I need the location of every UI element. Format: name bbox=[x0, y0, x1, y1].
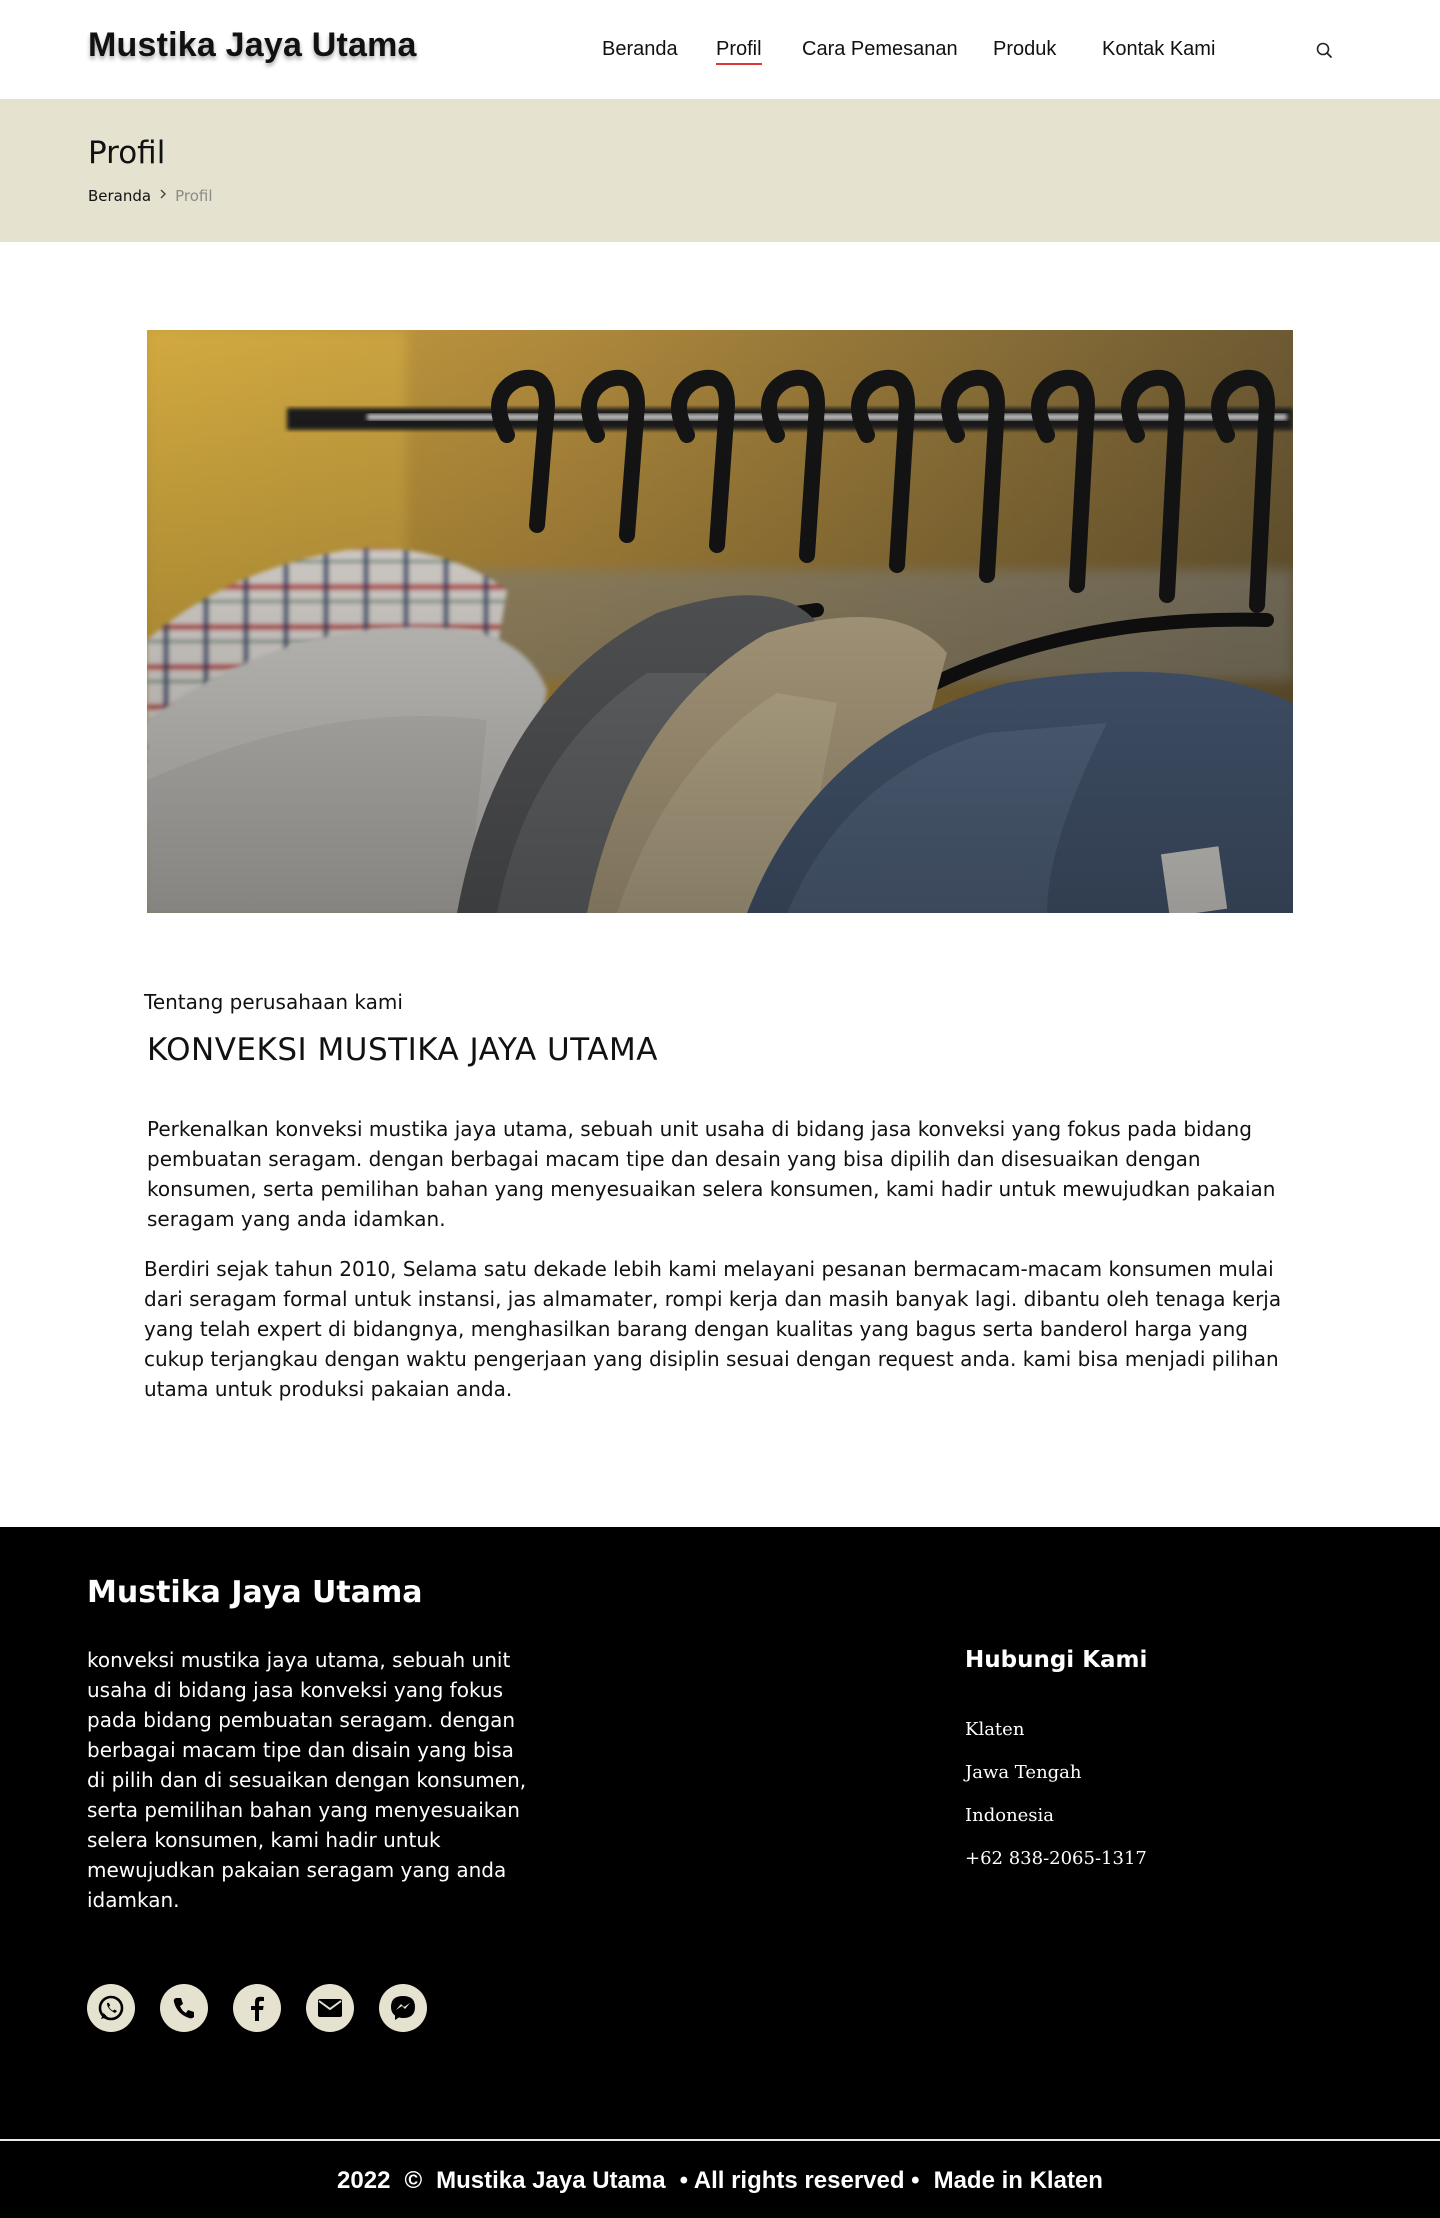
page-title: Profil bbox=[88, 135, 166, 171]
copyright-symbol: © bbox=[404, 2167, 423, 2194]
about-paragraph-1: Perkenalkan konveksi mustika jaya utama,… bbox=[147, 1117, 1276, 1231]
footer-contact-phone[interactable]: +62 838-2065-1317 bbox=[965, 1848, 1147, 1869]
copyright-rights: • All rights reserved • bbox=[679, 2167, 920, 2194]
about-paragraph-2: Berdiri sejak tahun 2010, Selama satu de… bbox=[144, 1257, 1282, 1401]
nav-item-produk[interactable]: Produk bbox=[993, 38, 1056, 61]
breadcrumb: Beranda Profil bbox=[88, 187, 213, 205]
breadcrumb-current: Profil bbox=[175, 187, 213, 205]
footer-brand: Mustika Jaya Utama bbox=[87, 1575, 423, 1610]
about-heading: KONVEKSI MUSTIKA JAYA UTAMA bbox=[147, 1032, 658, 1068]
copyright-made-in: Made in Klaten bbox=[933, 2167, 1103, 2194]
copyright-name: Mustika Jaya Utama bbox=[436, 2167, 666, 2194]
site-header: Mustika Jaya Utama Beranda Profil Cara P… bbox=[0, 0, 1440, 99]
site-footer: Mustika Jaya Utama konveksi mustika jaya… bbox=[0, 1527, 1440, 2218]
nav-item-kontak-kami[interactable]: Kontak Kami bbox=[1102, 38, 1215, 61]
copyright-year: 2022 bbox=[337, 2167, 391, 2194]
footer-copyright: 2022 © Mustika Jaya Utama • All rights r… bbox=[0, 2167, 1440, 2195]
email-icon[interactable] bbox=[306, 1984, 354, 2032]
chevron-right-icon bbox=[158, 188, 168, 204]
page-title-band: Profil Beranda Profil bbox=[0, 99, 1440, 242]
brand-logo-text[interactable]: Mustika Jaya Utama bbox=[88, 26, 417, 65]
nav-item-profil[interactable]: Profil bbox=[716, 38, 762, 65]
footer-contact-province: Jawa Tengah bbox=[965, 1762, 1082, 1783]
messenger-icon[interactable] bbox=[379, 1984, 427, 2032]
footer-divider bbox=[0, 2139, 1440, 2141]
breadcrumb-home-link[interactable]: Beranda bbox=[88, 187, 151, 205]
phone-icon[interactable] bbox=[160, 1984, 208, 2032]
footer-description: konveksi mustika jaya utama, sebuah unit… bbox=[87, 1648, 527, 1912]
nav-item-cara-pemesanan[interactable]: Cara Pemesanan bbox=[802, 38, 958, 61]
footer-contact-country: Indonesia bbox=[965, 1805, 1055, 1826]
nav-item-beranda[interactable]: Beranda bbox=[602, 38, 678, 61]
about-kicker: Tentang perusahaan kami bbox=[144, 990, 403, 1014]
hero-image-clothes-rack bbox=[147, 330, 1293, 913]
footer-contact-title: Hubungi Kami bbox=[965, 1647, 1148, 1673]
whatsapp-icon[interactable] bbox=[87, 1984, 135, 2032]
search-icon[interactable] bbox=[1312, 38, 1336, 62]
footer-contact-city: Klaten bbox=[965, 1719, 1025, 1740]
facebook-icon[interactable] bbox=[233, 1984, 281, 2032]
